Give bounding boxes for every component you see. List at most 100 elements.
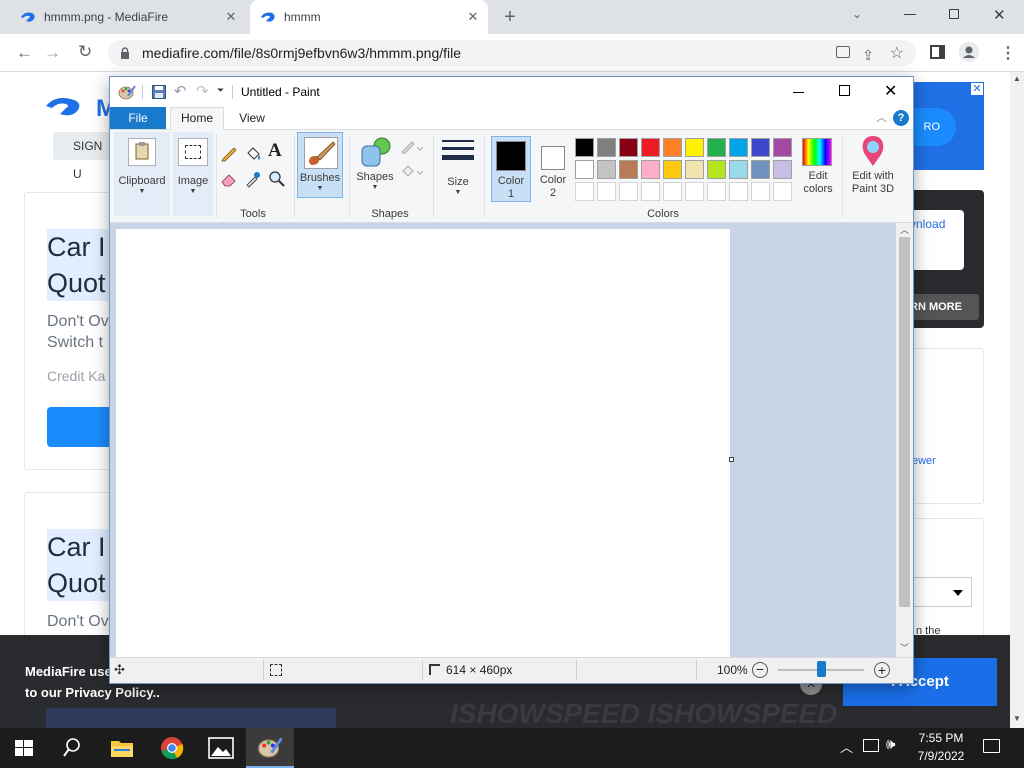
color-swatch[interactable] [619,138,638,157]
shapes-button[interactable]: Shapes ▼ [352,132,398,198]
custom-color-slot[interactable] [619,182,638,201]
help-icon[interactable]: ? [893,110,909,126]
custom-color-slot[interactable] [597,182,616,201]
custom-color-slot[interactable] [729,182,748,201]
tab-search-icon[interactable]: ⌄ [852,7,862,21]
tab-close-icon[interactable]: ✕ [224,10,238,24]
tray-overflow-icon[interactable]: ︿ [840,737,853,756]
tab-view[interactable]: View [232,107,272,129]
undo-icon[interactable]: ↶ [174,82,187,100]
drawing-canvas[interactable] [116,229,730,657]
photos-icon[interactable] [208,737,234,759]
size-button[interactable]: Size ▼ [438,132,478,198]
custom-color-slot[interactable] [751,182,770,201]
restore-icon[interactable] [949,9,959,19]
forward-icon[interactable]: → [44,43,61,63]
network-icon[interactable] [863,739,879,752]
color-swatch[interactable] [597,160,616,179]
minimize-icon[interactable] [904,14,916,15]
search-icon[interactable] [63,738,81,758]
collapse-ribbon-icon[interactable]: ︿ [876,109,887,125]
signup-button[interactable]: SIGN U [53,132,113,181]
profile-avatar-icon[interactable] [959,42,979,62]
share-icon[interactable]: ⇪ [862,42,874,68]
zoom-out-icon[interactable]: − [752,662,768,678]
color-swatch[interactable] [641,138,660,157]
color-swatch[interactable] [619,160,638,179]
scroll-thumb[interactable] [899,237,910,607]
ad-close-icon[interactable]: ✕ [970,82,984,96]
clock-time[interactable]: 7:55 PM [916,731,966,745]
color-swatch[interactable] [663,160,682,179]
learn-more-button[interactable]: RN MORE [908,294,979,320]
custom-color-slot[interactable] [641,182,660,201]
pencil-icon[interactable] [220,144,238,162]
scroll-up-icon[interactable]: ▲ [1013,74,1021,83]
scroll-down-icon[interactable]: ▼ [1013,714,1021,723]
tab-file[interactable]: File [110,107,166,129]
color-swatch[interactable] [751,160,770,179]
paint-close-icon[interactable]: ✕ [884,81,897,101]
canvas-resize-handle[interactable] [729,457,734,462]
color-swatch[interactable] [641,160,660,179]
zoom-in-icon[interactable]: + [874,662,890,678]
tab-hmmm[interactable]: hmmm ✕ [250,0,488,34]
color-swatch[interactable] [597,138,616,157]
color-swatch[interactable] [685,138,704,157]
tab-mediafire[interactable]: hmmm.png - MediaFire ✕ [10,0,246,34]
notification-center-icon[interactable] [983,739,1000,753]
custom-color-slot[interactable] [663,182,682,201]
color-swatch[interactable] [707,138,726,157]
viewer-link[interactable]: ewer [912,455,936,467]
brushes-button[interactable]: Brushes ▼ [297,132,343,198]
paint-taskbar-button[interactable] [246,728,294,768]
color-swatch[interactable] [729,160,748,179]
color-swatch[interactable] [751,138,770,157]
windows-start-icon[interactable] [15,740,33,756]
outline-icon[interactable] [400,140,424,154]
chrome-icon[interactable] [160,736,184,760]
custom-color-slot[interactable] [575,182,594,201]
reload-icon[interactable]: ↻ [78,42,92,62]
scroll-up-icon[interactable]: ︿ [900,223,909,236]
color-swatch[interactable] [773,138,792,157]
download-button[interactable]: vnload [908,210,964,270]
popup-blocked-icon[interactable] [836,46,850,58]
volume-icon[interactable]: 🕪 [886,736,895,753]
color-swatch[interactable] [685,160,704,179]
paint-minimize-icon[interactable] [793,92,804,93]
tab-home[interactable]: Home [170,107,224,130]
edit-colors-button[interactable]: Edit colors [796,132,840,202]
redo-icon[interactable]: ↷ [196,82,209,100]
clipboard-button[interactable]: Clipboard ▼ [114,132,170,216]
eraser-icon[interactable] [220,170,238,188]
chrome-menu-icon[interactable]: ⋮ [1000,43,1016,63]
color-picker-icon[interactable] [244,170,262,188]
custom-color-slot[interactable] [773,182,792,201]
canvas-vertical-scrollbar[interactable]: ︿ ﹀ [896,223,913,657]
image-button[interactable]: Image ▼ [173,132,213,216]
scroll-down-icon[interactable]: ﹀ [900,641,909,654]
tab-close-icon[interactable]: ✕ [466,10,480,24]
zoom-slider-thumb[interactable] [817,661,826,677]
fill-icon[interactable] [244,144,262,162]
bookmark-star-icon[interactable]: ☆ [890,41,904,67]
page-scrollbar[interactable]: ▲ ▼ [1010,72,1024,728]
pro-banner[interactable]: RO ✕ [892,82,984,170]
color-swatch[interactable] [575,138,594,157]
paint-maximize-icon[interactable] [839,85,850,96]
select-dropdown[interactable] [908,577,972,607]
color1-button[interactable]: Color 1 [491,136,531,202]
back-icon[interactable]: ← [16,43,33,63]
custom-color-slot[interactable] [707,182,726,201]
custom-color-slot[interactable] [685,182,704,201]
side-panel-icon[interactable] [930,45,945,59]
color-swatch[interactable] [773,160,792,179]
save-icon[interactable] [152,85,166,99]
color-swatch[interactable] [663,138,682,157]
magnifier-icon[interactable] [268,170,286,188]
clock-date[interactable]: 7/9/2022 [912,749,970,763]
color-swatch[interactable] [707,160,726,179]
shape-fill-icon[interactable] [400,164,424,178]
file-explorer-icon[interactable] [110,737,134,759]
